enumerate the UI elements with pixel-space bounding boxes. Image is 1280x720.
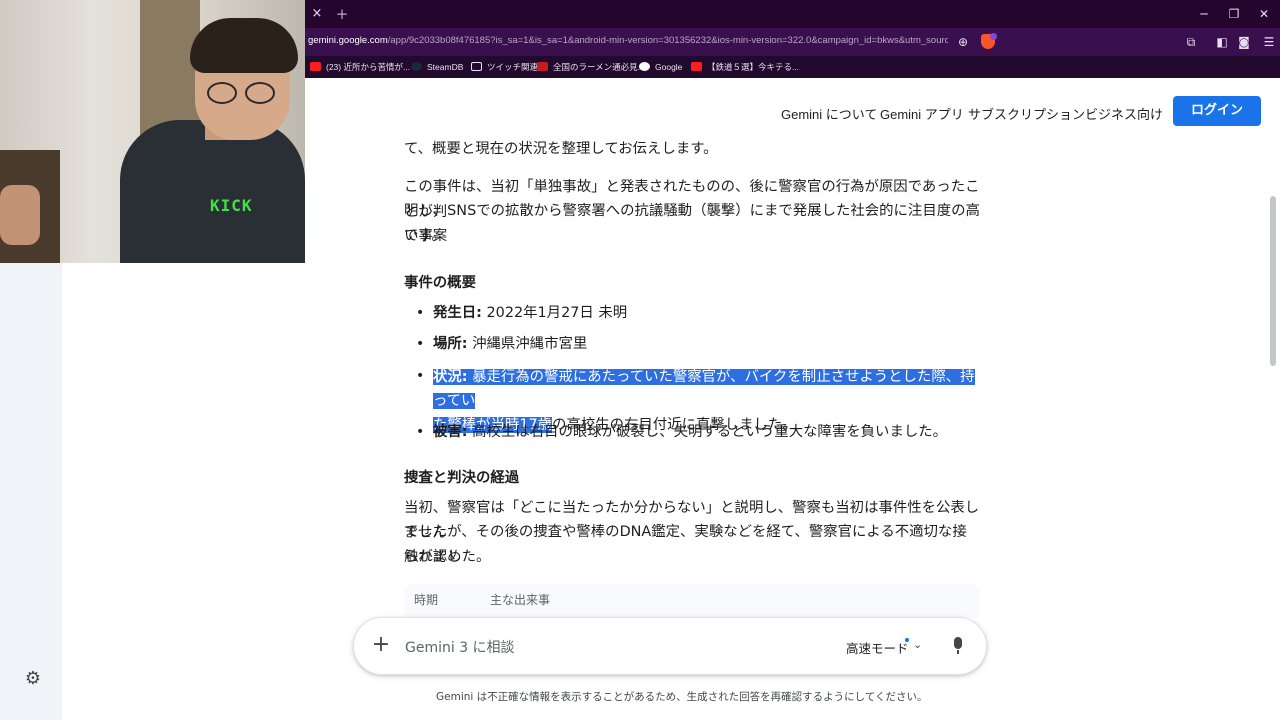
mode-selector[interactable]: 高速モード bbox=[846, 638, 909, 657]
selected-text[interactable]: 状況: 暴走行為の警戒にあたっていた警察官が、バイクを制止させようとした際、持っ… bbox=[433, 369, 975, 409]
investigation-heading: 捜査と判決の経過 bbox=[404, 470, 520, 486]
nav-link-business[interactable]: ビジネス向け bbox=[1085, 104, 1163, 123]
settings-gear-icon[interactable]: ⚙ bbox=[22, 668, 44, 690]
bullet-dot: • bbox=[416, 424, 425, 440]
bullet-dot: • bbox=[416, 368, 425, 384]
google-icon bbox=[639, 62, 650, 71]
folder-icon bbox=[471, 62, 482, 71]
bookmark-item[interactable]: (23) 近所から苦情が... bbox=[310, 60, 410, 74]
menu-icon[interactable]: ☰ bbox=[1261, 34, 1277, 50]
bookmark-item[interactable]: 全国のラーメン通必見... bbox=[537, 60, 645, 74]
table-header-period: 時期 bbox=[414, 593, 439, 607]
summary-line: です。 bbox=[404, 228, 446, 244]
investigation-line: られました。 bbox=[404, 549, 491, 565]
bullet-dot: • bbox=[416, 305, 425, 321]
bullet-dot: • bbox=[416, 336, 425, 352]
sidebar-icon[interactable]: ◧ bbox=[1214, 34, 1230, 50]
scrollbar-track[interactable] bbox=[1266, 78, 1280, 720]
screenshot-icon[interactable]: ⧉ bbox=[1183, 34, 1199, 50]
chevron-down-icon[interactable]: ⌄ bbox=[913, 638, 925, 652]
private-window-icon[interactable]: ◙ bbox=[1236, 34, 1252, 50]
bookmark-item[interactable]: Google bbox=[639, 60, 682, 74]
nav-link-about[interactable]: Gemini について bbox=[781, 104, 877, 123]
login-button[interactable]: ログイン bbox=[1173, 96, 1261, 126]
response-intro: て、概要と現在の状況を整理してお伝えします。 bbox=[404, 141, 718, 157]
ramen-icon bbox=[537, 62, 548, 71]
minimize-button[interactable]: ─ bbox=[1190, 4, 1218, 24]
zoom-icon[interactable]: ⊕ bbox=[955, 34, 971, 50]
table-header-events: 主な出来事 bbox=[490, 593, 551, 607]
shirt-logo: KICK bbox=[210, 196, 253, 215]
notification-badge bbox=[990, 33, 997, 40]
nav-link-subscription[interactable]: サブスクリプション bbox=[968, 104, 1085, 123]
nav-link-app[interactable]: Gemini アプリ bbox=[880, 104, 964, 123]
webcam-overlay: KICK bbox=[0, 0, 305, 263]
bookmark-item[interactable]: ツイッチ関連 bbox=[471, 60, 538, 74]
prompt-placeholder[interactable]: Gemini 3 に相談 bbox=[405, 637, 515, 657]
scrollbar-thumb[interactable] bbox=[1270, 196, 1276, 366]
overview-heading: 事件の概要 bbox=[404, 275, 476, 291]
mode-indicator-dot bbox=[905, 638, 909, 642]
new-tab-button[interactable]: + bbox=[334, 5, 350, 23]
bookmark-item[interactable]: 【鉄道５選】今キテる... bbox=[691, 60, 799, 74]
youtube-icon bbox=[310, 62, 321, 71]
close-tab-icon[interactable]: × bbox=[309, 6, 325, 22]
microphone-icon[interactable] bbox=[951, 637, 965, 655]
youtube-icon bbox=[691, 62, 702, 71]
maximize-button[interactable]: ❐ bbox=[1220, 4, 1248, 24]
close-window-button[interactable]: ✕ bbox=[1250, 4, 1278, 24]
add-attachment-icon[interactable]: + bbox=[369, 634, 393, 658]
steam-icon bbox=[411, 62, 422, 71]
url-field[interactable]: gemini.google.com/app/9c2033b08f476185?i… bbox=[308, 35, 948, 46]
bookmark-item[interactable]: SteamDB bbox=[411, 60, 463, 74]
